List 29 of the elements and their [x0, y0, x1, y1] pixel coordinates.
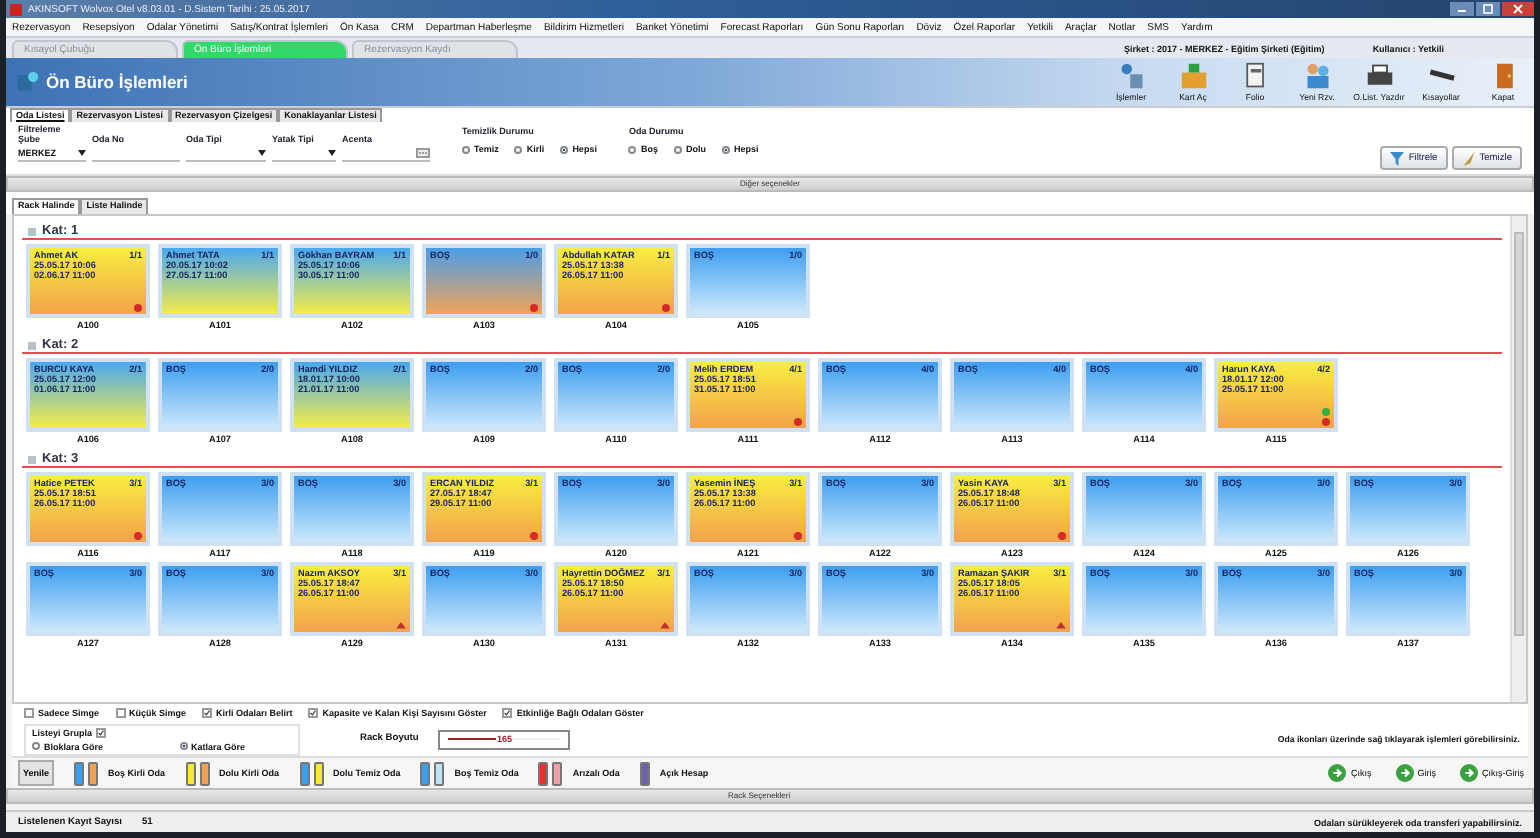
arrow-circle-icon [1328, 764, 1347, 782]
scrollbar[interactable] [1510, 216, 1526, 702]
collapse-icon[interactable] [28, 341, 36, 349]
page-title: Ön Büro İşlemleri [46, 72, 188, 92]
caret-icon [328, 150, 336, 156]
app-logo-icon [10, 3, 22, 15]
printer-icon [1365, 62, 1393, 90]
lookup-icon [416, 148, 430, 158]
maximize-button[interactable] [1476, 2, 1500, 16]
check-icon [504, 710, 511, 716]
dropdown-field[interactable] [272, 146, 336, 162]
check-icon [204, 710, 211, 716]
check-icon [310, 710, 317, 716]
dropdown-field[interactable] [186, 146, 266, 162]
lookup-field[interactable] [342, 146, 430, 162]
caret-icon [78, 150, 86, 156]
document-icon [1241, 62, 1269, 90]
collapse-icon[interactable] [28, 227, 36, 235]
arrow-circle-icon [1460, 764, 1478, 782]
people-icon [1303, 62, 1331, 90]
caret-icon [258, 150, 266, 156]
folder-icon [1179, 62, 1207, 90]
close-button[interactable] [1502, 2, 1534, 16]
collapse-icon[interactable] [28, 455, 36, 463]
check-icon [98, 729, 105, 735]
arrow-circle-icon [1395, 764, 1414, 782]
minimize-button[interactable] [1450, 2, 1474, 16]
broom-icon [1461, 151, 1476, 165]
filter-icon [1390, 151, 1405, 165]
